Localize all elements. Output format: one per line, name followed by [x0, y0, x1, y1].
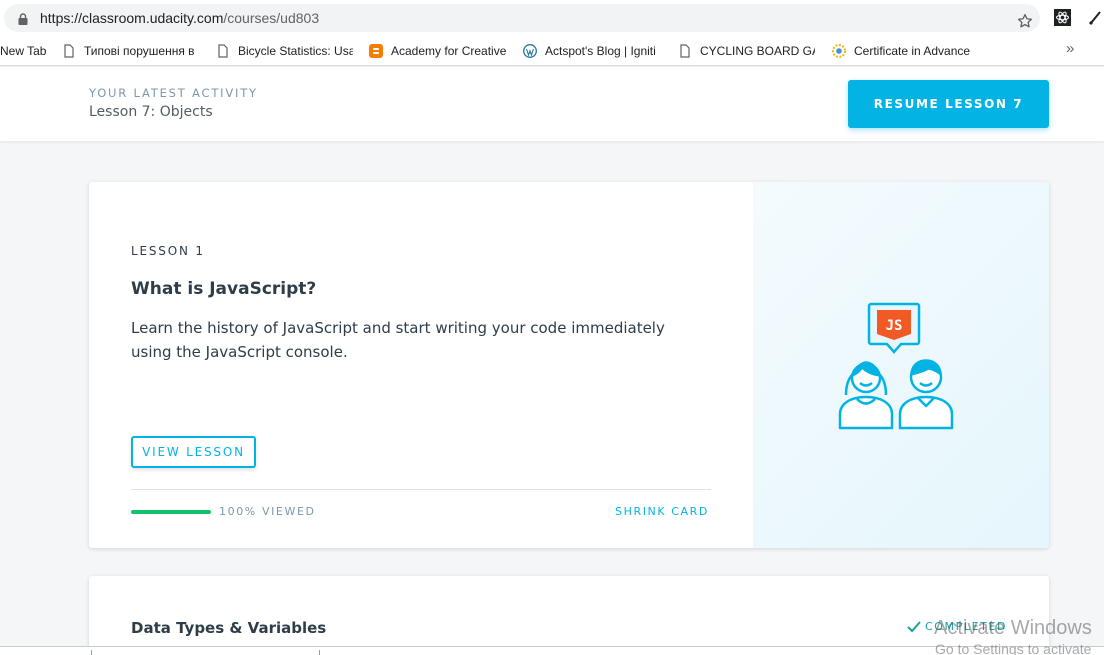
bookmark-new-tab[interactable]: New Tab: [0, 42, 52, 60]
lesson-description: Learn the history of JavaScript and star…: [131, 319, 665, 361]
latest-activity-bar: YOUR LATEST ACTIVITY Lesson 7: Objects R…: [0, 67, 1104, 141]
bookmark-label: Certificate in Advance: [854, 44, 970, 58]
lesson-title: Data Types & Variables: [131, 619, 327, 637]
pen-extension-icon[interactable]: [1088, 9, 1104, 26]
wordpress-icon: [523, 44, 537, 58]
bookmarks-overflow-button[interactable]: »: [1066, 40, 1074, 57]
lesson-illustration-panel: JS: [753, 182, 1049, 548]
sunflower-icon: [832, 44, 846, 58]
lock-icon[interactable]: [18, 13, 28, 25]
bookmark-label: Actspot's Blog | Igniti: [545, 44, 656, 58]
page-icon: [680, 44, 690, 58]
page-icon: [218, 44, 228, 58]
url-text[interactable]: https://classroom.udacity.com/courses/ud…: [40, 10, 319, 26]
javascript-people-illustration-icon: JS: [838, 302, 954, 430]
windows-activation-watermark-title: Activate Windows: [934, 617, 1092, 639]
man-icon: [898, 359, 954, 430]
bookmark-actspot-blog[interactable]: Actspot's Blog | Igniti: [523, 42, 663, 60]
latest-activity-lesson: Lesson 7: Objects: [89, 104, 213, 120]
shrink-card-link[interactable]: SHRINK CARD: [615, 505, 709, 518]
bookmark-label: CYCLING BOARD GAI: [700, 44, 815, 58]
bookmark-label: Типові порушення в: [84, 44, 195, 58]
latest-activity-label: YOUR LATEST ACTIVITY: [89, 86, 258, 100]
bookmark-typovi-porushennia[interactable]: Типові порушення в: [62, 42, 202, 60]
bottom-divider: [91, 650, 92, 655]
url-host: https://classroom.udacity.com: [40, 10, 224, 26]
lesson-card-collapsed[interactable]: Data Types & Variables COMPLETED: [89, 576, 1049, 655]
bookmark-cycling-board-game[interactable]: CYCLING BOARD GAI: [678, 42, 815, 60]
lesson-title: What is JavaScript?: [131, 279, 317, 299]
progress-bar-fill: [131, 510, 211, 514]
browser-address-bar: https://classroom.udacity.com/courses/ud…: [0, 0, 1104, 36]
resume-lesson-button[interactable]: RESUME LESSON 7: [848, 80, 1049, 128]
url-field[interactable]: https://classroom.udacity.com/courses/ud…: [4, 4, 1040, 32]
js-badge-text: JS: [886, 318, 903, 334]
bookmark-label: Academy for Creative: [391, 44, 507, 58]
url-path: /courses/ud803: [223, 10, 320, 26]
woman-icon: [838, 361, 894, 430]
lesson-card: LESSON 1 What is JavaScript? Learn the h…: [89, 182, 1049, 548]
windows-activation-watermark-subtitle: Go to Settings to activate: [935, 641, 1092, 655]
view-lesson-button[interactable]: VIEW LESSON: [131, 436, 256, 468]
page-icon: [64, 44, 74, 58]
bottom-divider: [319, 650, 320, 655]
extension-icon[interactable]: [1054, 9, 1071, 26]
progress-label: 100% VIEWED: [219, 505, 316, 518]
bookmark-academy-creative[interactable]: Academy for Creative: [369, 42, 509, 60]
star-icon[interactable]: [1016, 12, 1034, 30]
bookmarks-bar: New Tab Типові порушення в Bicycle Stati…: [0, 36, 1104, 66]
card-divider: [131, 489, 711, 490]
progress-bar: [131, 510, 211, 514]
speech-bubble-icon: JS: [867, 302, 921, 354]
bookmark-label: New Tab: [0, 44, 47, 58]
check-icon: [907, 620, 921, 632]
bookmark-bicycle-statistics[interactable]: Bicycle Statistics: Usa: [216, 42, 353, 60]
blogger-icon: [369, 44, 383, 58]
bookmark-label: Bicycle Statistics: Usa: [238, 44, 353, 58]
bookmark-certificate-advanced[interactable]: Certificate in Advance: [832, 42, 970, 60]
lesson-number: LESSON 1: [131, 244, 205, 258]
